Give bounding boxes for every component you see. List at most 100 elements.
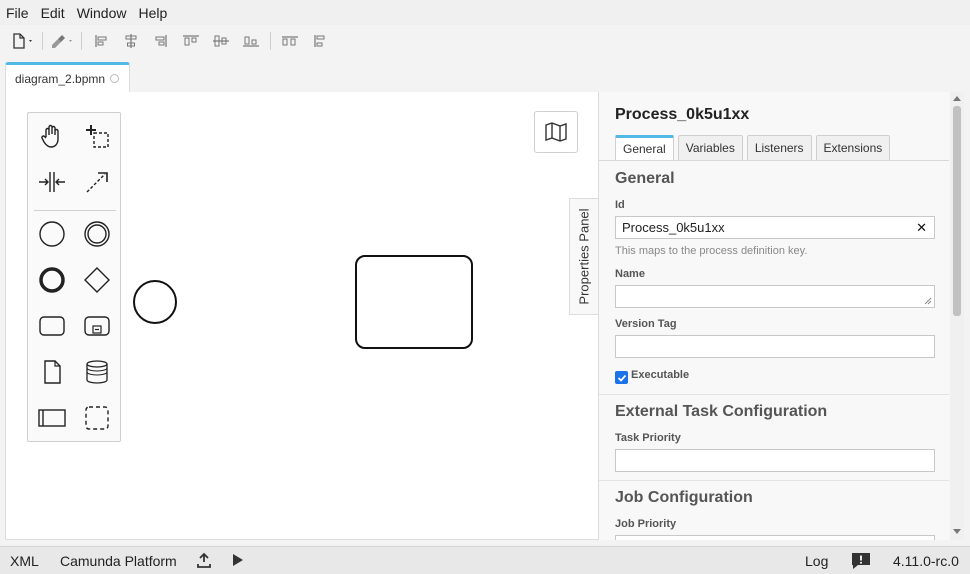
start-event-icon	[39, 221, 65, 247]
menu-window[interactable]: Window	[77, 5, 133, 21]
group-divider	[599, 394, 949, 395]
end-event-icon	[39, 267, 65, 293]
executable-checkbox[interactable]	[615, 371, 628, 384]
create-intermediate-event-button[interactable]	[78, 215, 116, 253]
resize-handle-icon	[924, 297, 932, 305]
feedback-button[interactable]	[851, 552, 871, 573]
comment-alert-icon	[852, 553, 870, 569]
scroll-up-arrow-icon[interactable]	[953, 96, 961, 101]
distribute-vertical-icon	[314, 35, 325, 47]
name-textarea[interactable]	[615, 285, 935, 308]
tab-bar: diagram_2.bpmn	[0, 57, 970, 92]
tabs-underline	[599, 160, 949, 161]
diagram-canvas[interactable]	[5, 92, 598, 540]
lasso-tool-button[interactable]	[78, 117, 116, 155]
upload-icon	[197, 552, 211, 568]
create-end-event-button[interactable]	[33, 261, 71, 299]
lasso-icon	[86, 125, 109, 148]
intermediate-event-icon	[84, 221, 110, 247]
scroll-down-arrow-icon[interactable]	[953, 529, 961, 534]
distribute-horizontal-icon	[282, 36, 298, 46]
id-label: Id	[615, 199, 625, 211]
start-instance-button[interactable]	[232, 553, 244, 570]
gateway-icon	[84, 267, 110, 293]
id-input[interactable]: Process_0k5u1xx ✕	[615, 216, 935, 239]
version-tag-label: Version Tag	[615, 318, 677, 330]
menu-file[interactable]: File	[6, 5, 35, 21]
task-icon	[39, 316, 65, 336]
create-gateway-button[interactable]	[78, 261, 116, 299]
play-icon	[233, 554, 243, 566]
version-tag-input[interactable]	[615, 335, 935, 358]
tab-listeners[interactable]: Listeners	[746, 135, 812, 160]
new-file-icon	[13, 33, 32, 49]
new-file-button[interactable]	[8, 28, 38, 54]
id-value: Process_0k5u1xx	[622, 220, 725, 235]
menu-help[interactable]: Help	[138, 5, 173, 21]
tab-variables[interactable]: Variables	[677, 135, 743, 160]
align-top-button[interactable]	[176, 28, 206, 54]
properties-panel-toggle[interactable]: Properties Panel	[569, 198, 599, 315]
platform-button[interactable]: Camunda Platform	[60, 553, 177, 569]
align-right-icon	[155, 35, 167, 47]
checkmark-icon	[617, 374, 626, 382]
group-divider	[599, 480, 949, 481]
align-right-button[interactable]	[146, 28, 176, 54]
tab-extensions[interactable]: Extensions	[815, 135, 891, 160]
create-group-button[interactable]	[78, 399, 116, 437]
global-connect-tool-button[interactable]	[78, 163, 116, 201]
hand-tool-button[interactable]	[33, 117, 71, 155]
job-priority-label: Job Priority	[615, 518, 677, 530]
align-bottom-button[interactable]	[236, 28, 266, 54]
toolbar-separator	[81, 32, 82, 50]
tab-diagram[interactable]: diagram_2.bpmn	[5, 62, 130, 92]
align-middle-button[interactable]	[206, 28, 236, 54]
data-store-icon	[86, 360, 108, 384]
toolbar-separator	[270, 32, 271, 50]
scrollbar-thumb[interactable]	[953, 106, 961, 316]
distribute-horizontal-button[interactable]	[275, 28, 305, 54]
align-middle-icon	[213, 35, 229, 47]
group-job-heading: Job Configuration	[615, 489, 753, 506]
properties-scrollbar[interactable]	[950, 92, 964, 540]
align-center-button[interactable]	[116, 28, 146, 54]
job-priority-input[interactable]	[615, 535, 935, 540]
create-data-store-button[interactable]	[78, 353, 116, 391]
clear-icon[interactable]: ✕	[916, 220, 927, 236]
tab-general[interactable]: General	[615, 135, 674, 160]
name-label: Name	[615, 268, 645, 280]
create-start-event-button[interactable]	[33, 215, 71, 253]
create-data-object-button[interactable]	[33, 353, 71, 391]
log-button[interactable]: Log	[805, 553, 828, 569]
create-pool-button[interactable]	[33, 399, 71, 437]
menu-bar: File Edit Window Help	[0, 0, 970, 25]
paint-brush-icon	[52, 35, 72, 48]
distribute-vertical-button[interactable]	[305, 28, 335, 54]
minimap-toggle-button[interactable]	[534, 111, 578, 153]
subprocess-icon	[84, 316, 110, 336]
properties-panel-toggle-label: Properties Panel	[577, 208, 592, 305]
id-hint: This maps to the process definition key.	[615, 245, 808, 257]
space-tool-button[interactable]	[33, 163, 71, 201]
create-task-button[interactable]	[33, 307, 71, 345]
xml-button[interactable]: XML	[10, 553, 39, 569]
task-shape[interactable]	[355, 255, 473, 349]
status-bar: XML Camunda Platform Log 4.11.0-rc.0	[0, 546, 970, 574]
toolbar	[0, 25, 970, 57]
palette-separator	[34, 210, 116, 211]
task-priority-input[interactable]	[615, 449, 935, 472]
align-left-button[interactable]	[86, 28, 116, 54]
menu-edit[interactable]: Edit	[41, 5, 71, 21]
connect-arrow-icon	[86, 172, 108, 193]
data-object-icon	[44, 360, 61, 384]
group-general-heading: General	[615, 170, 675, 187]
color-button[interactable]	[47, 28, 77, 54]
pool-icon	[38, 409, 66, 427]
properties-tabs: General Variables Listeners Extensions	[615, 135, 894, 160]
create-subprocess-button[interactable]	[78, 307, 116, 345]
deploy-button[interactable]	[197, 552, 211, 571]
start-event-shape[interactable]	[133, 280, 177, 324]
executable-label: Executable	[631, 369, 690, 381]
version-label: 4.11.0-rc.0	[893, 553, 959, 569]
map-icon	[545, 122, 567, 142]
